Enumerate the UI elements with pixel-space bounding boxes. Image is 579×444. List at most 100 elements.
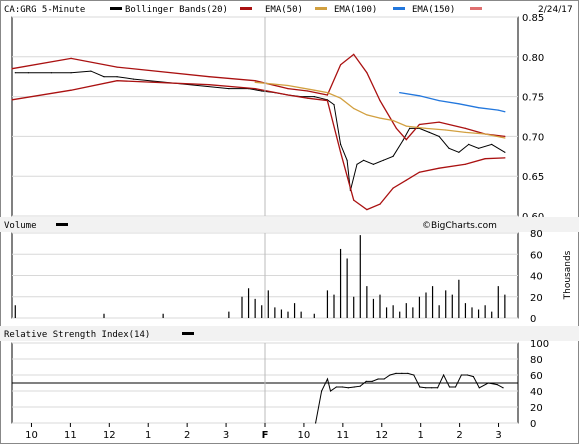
rsi-point: [460, 374, 462, 376]
series-point-price: [27, 72, 29, 74]
series-point-bollinger-lower: [307, 97, 309, 99]
trailing-swatch: [470, 7, 482, 10]
volume-y-tick-label: 20: [530, 293, 543, 304]
series-point-price: [70, 72, 72, 74]
series-point-ema-100: [445, 129, 447, 131]
series-point-price: [340, 143, 342, 145]
series-point-ema-100: [484, 133, 486, 135]
series-point-ema-150: [399, 92, 401, 94]
bollinger-swatch: [110, 7, 122, 10]
series-point-ema-100: [313, 89, 315, 91]
ema150-swatch: [393, 7, 405, 10]
x-tick-label: 3: [495, 430, 501, 441]
series-point-ema-100: [353, 107, 355, 110]
series-point-ema-100: [504, 137, 506, 139]
series-point-bollinger-lower: [70, 89, 72, 91]
price-y-tick-label: 0.85: [522, 13, 544, 24]
rsi-point: [315, 422, 317, 424]
rsi-point: [466, 374, 468, 376]
series-point-bollinger-lower: [254, 88, 256, 90]
series-point-price: [14, 72, 16, 74]
rsi-point: [448, 386, 451, 388]
series-point-bollinger-upper: [464, 127, 466, 129]
rsi-point: [437, 387, 439, 389]
series-point-bollinger-upper: [379, 100, 381, 102]
rsi-point: [377, 378, 379, 380]
series-point-price: [402, 139, 404, 141]
series-point-ema-150: [418, 95, 420, 97]
rsi-point: [487, 382, 489, 384]
volume-y-tick-label: 60: [530, 250, 543, 261]
rsi-point: [443, 374, 445, 376]
rsi-point: [371, 380, 373, 382]
rsi-point: [496, 384, 498, 386]
series-point-bollinger-upper: [504, 135, 506, 137]
rsi-point: [329, 390, 332, 392]
rsi-point: [326, 378, 329, 380]
x-tick-label: 1: [145, 430, 151, 441]
series-point-ema-100: [464, 131, 466, 133]
watermark: ©BigCharts.com: [422, 221, 497, 231]
series-point-bollinger-lower: [504, 157, 506, 159]
series-point-bollinger-lower: [418, 171, 420, 173]
x-tick-label: 12: [375, 430, 388, 441]
series-point-bollinger-lower: [366, 209, 368, 211]
series-point-price: [438, 135, 440, 137]
rsi-point: [454, 386, 457, 388]
series-point-bollinger-upper: [287, 88, 289, 90]
series-point-bollinger-upper: [340, 64, 342, 66]
volume-y-tick-label: 80: [530, 229, 543, 240]
series-point-ema-100: [405, 125, 407, 127]
series-point-price: [504, 151, 506, 153]
x-tick-label: 11: [336, 430, 349, 441]
series-point-ema-100: [340, 97, 342, 99]
series-point-bollinger-lower: [340, 151, 342, 153]
series-point-price: [346, 159, 348, 161]
series-point-bollinger-upper: [405, 139, 407, 141]
series-point-bollinger-lower: [287, 94, 289, 96]
legend-ema50: EMA(50): [265, 5, 303, 15]
volume-y-tick-label: 40: [530, 272, 543, 283]
series-point-bollinger-upper: [11, 68, 13, 70]
rsi-point: [321, 390, 323, 392]
rsi-y-tick-label: 80: [530, 355, 543, 366]
rsi-y-tick-label: 0: [530, 419, 536, 430]
volume-y-tick-label: 0: [530, 314, 536, 325]
series-point-bollinger-upper: [70, 57, 72, 60]
series-point-bollinger-lower: [353, 199, 355, 201]
price-y-tick-label: 0.65: [522, 172, 544, 183]
legend: Bollinger Bands(20) EMA(50) EMA(100) EMA…: [110, 5, 482, 15]
rsi-point: [425, 387, 427, 389]
series-point-bollinger-lower: [484, 158, 486, 160]
x-tick-label: 10: [298, 430, 311, 441]
series-point-bollinger-upper: [353, 53, 355, 56]
series-point-ema-150: [478, 107, 480, 109]
series-point-bollinger-upper: [116, 66, 118, 68]
series-point-bollinger-lower: [405, 179, 407, 181]
series-point-price: [363, 159, 365, 161]
series-point-ema-100: [425, 127, 427, 129]
rsi-point: [365, 380, 367, 382]
series-point-ema-150: [438, 100, 440, 102]
rsi-point: [419, 386, 421, 388]
volume-label: Volume: [4, 221, 37, 231]
price-y-tick-label: 0.80: [522, 53, 544, 64]
volume-unit-label: Thousands: [563, 250, 573, 300]
series-point-bollinger-lower: [208, 84, 210, 86]
chart-frame: CA:GRG 5-Minute Bollinger Bands(20) EMA(…: [0, 0, 579, 444]
rsi-point: [347, 387, 349, 389]
ema100-swatch: [315, 7, 327, 10]
series-point-price: [313, 96, 315, 98]
x-tick-label: 1: [418, 430, 424, 441]
ema50-swatch: [240, 7, 252, 10]
series-point-bollinger-lower: [379, 203, 381, 205]
series-point-bollinger-lower: [464, 163, 466, 165]
series-point-price: [333, 104, 335, 106]
series-point-price: [458, 151, 460, 153]
rsi-point: [389, 374, 391, 376]
price-y-tick-label: 0.70: [522, 132, 544, 143]
x-tick-label: F: [262, 430, 269, 441]
series-point-bollinger-lower: [11, 99, 13, 101]
series-point-price: [448, 147, 450, 149]
rsi-y-tick-label: 100: [530, 339, 549, 350]
